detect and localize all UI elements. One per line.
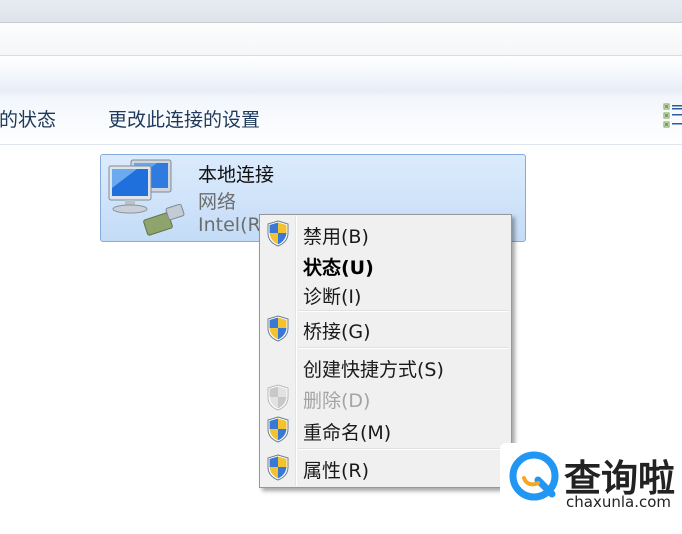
- watermark-logo-icon: [509, 451, 559, 501]
- menu-item-status[interactable]: [262, 250, 509, 280]
- address-bar: [0, 23, 682, 56]
- menu-item-disable[interactable]: [262, 219, 509, 249]
- connection-name: 本地连接: [198, 164, 275, 186]
- menu-label-disable: 禁用(B): [303, 226, 369, 248]
- menu-label-delete: 删除(D): [303, 390, 371, 412]
- uac-shield-icon: [267, 416, 289, 443]
- menu-label-properties: 属性(R): [303, 460, 370, 482]
- uac-shield-icon: [267, 454, 289, 481]
- window-title-bar: [0, 0, 682, 23]
- connection-network-type: 网络: [198, 191, 237, 213]
- menu-label-create-shortcut: 创建快捷方式(S): [303, 359, 444, 381]
- menu-item-delete: [262, 383, 509, 413]
- menu-separator: [298, 448, 508, 450]
- menu-item-diagnose[interactable]: [262, 280, 509, 310]
- uac-shield-icon: [267, 220, 289, 247]
- menu-item-bridge[interactable]: [262, 314, 509, 344]
- menu-label-bridge: 桥接(G): [303, 321, 371, 343]
- uac-shield-icon: [267, 315, 289, 342]
- menu-item-properties[interactable]: [262, 453, 509, 483]
- change-view-icon[interactable]: [663, 103, 682, 129]
- menu-label-rename: 重命名(M): [303, 422, 392, 444]
- connection-device-name: Intel(R: [198, 214, 261, 236]
- uac-shield-icon: [267, 384, 289, 411]
- menu-label-diagnose: 诊断(I): [303, 286, 362, 308]
- command-bar: [0, 56, 682, 145]
- network-adapter-icon: [108, 159, 185, 236]
- watermark-url: chaxunla.com: [566, 493, 671, 511]
- menu-separator: [298, 310, 508, 312]
- change-settings-button[interactable]: 更改此连接的设置: [108, 105, 260, 132]
- view-status-button[interactable]: 的状态: [0, 105, 56, 132]
- menu-separator: [298, 347, 508, 349]
- menu-label-status: 状态(U): [303, 257, 374, 279]
